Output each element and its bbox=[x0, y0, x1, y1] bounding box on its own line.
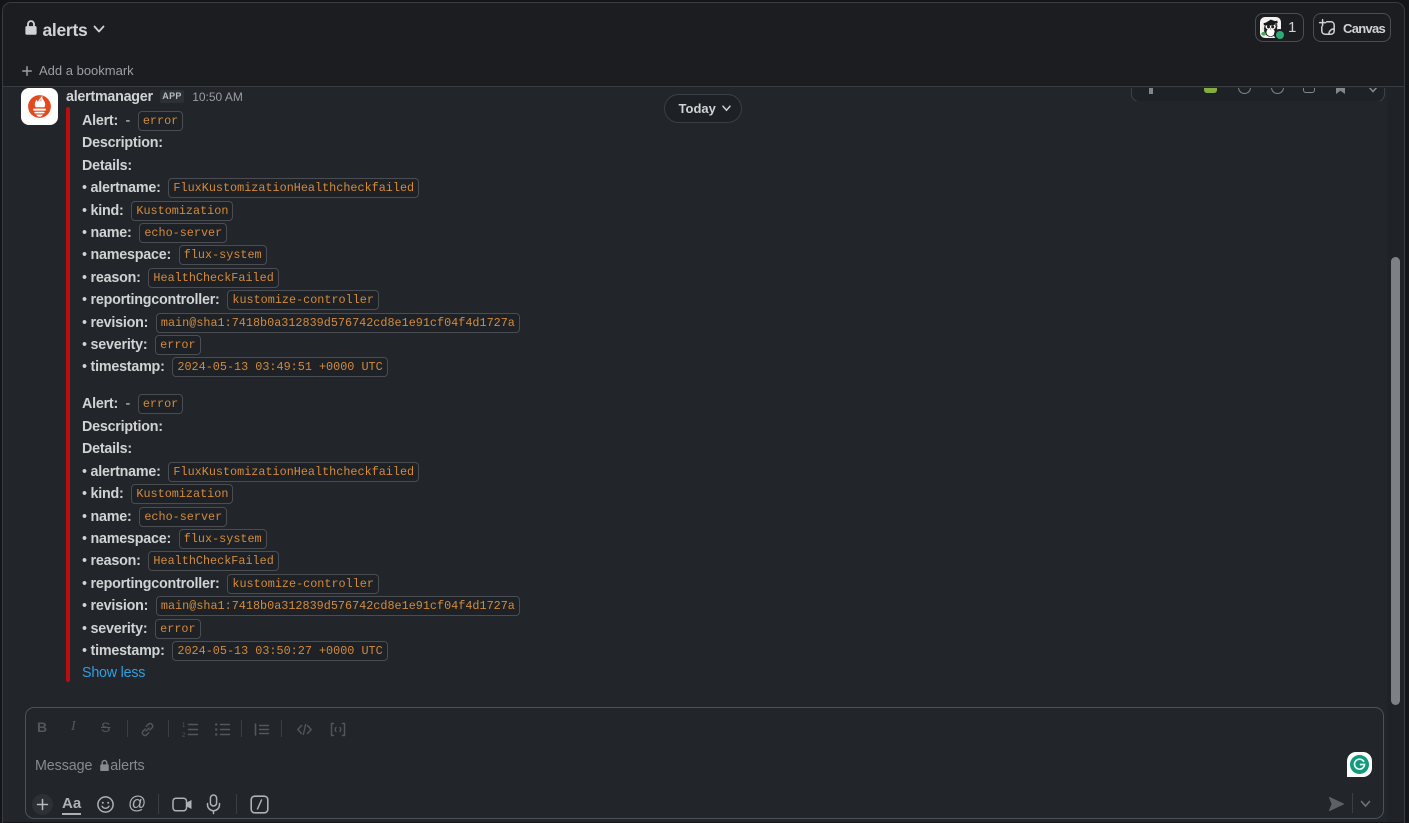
svg-text:2: 2 bbox=[182, 733, 186, 738]
svg-text:1: 1 bbox=[182, 723, 186, 729]
